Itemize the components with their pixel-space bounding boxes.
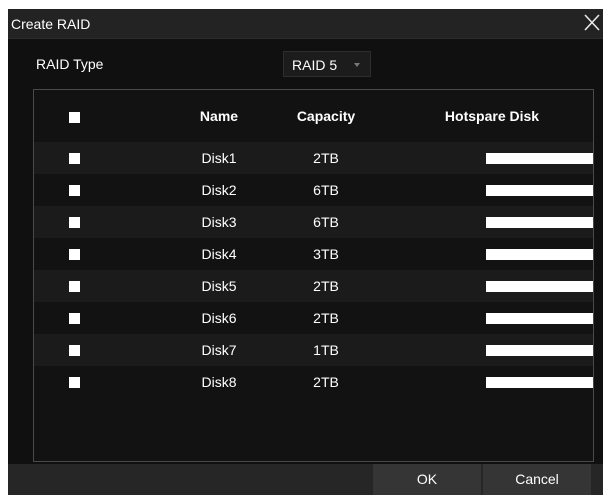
row-checkbox[interactable] bbox=[69, 249, 80, 260]
disk-capacity: 2TB bbox=[313, 310, 339, 326]
row-checkbox[interactable] bbox=[69, 185, 80, 196]
disk-capacity: 6TB bbox=[313, 182, 339, 198]
disk-table: Name Capacity Hotspare Disk Disk1 2TB Di… bbox=[33, 89, 594, 462]
disk-name: Disk7 bbox=[201, 342, 237, 358]
hotspare-checkbox[interactable] bbox=[486, 153, 593, 164]
table-row[interactable]: Disk5 2TB bbox=[34, 270, 593, 302]
disk-name: Disk3 bbox=[201, 214, 237, 230]
disk-name: Disk1 bbox=[201, 150, 237, 166]
header-capacity: Capacity bbox=[296, 108, 356, 124]
dialog-footer: OK Cancel bbox=[8, 464, 603, 495]
row-checkbox[interactable] bbox=[69, 345, 80, 356]
hotspare-checkbox[interactable] bbox=[486, 249, 593, 260]
select-all-checkbox[interactable] bbox=[69, 112, 80, 123]
create-raid-dialog: Create RAID RAID Type RAID 5 Name Capaci… bbox=[8, 9, 603, 495]
caret-down-icon bbox=[354, 63, 360, 67]
disk-capacity: 2TB bbox=[313, 374, 339, 390]
header-name: Name bbox=[199, 108, 239, 124]
disk-capacity: 1TB bbox=[313, 342, 339, 358]
ok-button[interactable]: OK bbox=[373, 464, 481, 495]
hotspare-checkbox[interactable] bbox=[486, 377, 593, 388]
hotspare-checkbox[interactable] bbox=[486, 217, 593, 228]
table-row[interactable]: Disk3 6TB bbox=[34, 206, 593, 238]
disk-capacity: 2TB bbox=[313, 278, 339, 294]
cancel-button[interactable]: Cancel bbox=[483, 464, 591, 495]
hotspare-checkbox[interactable] bbox=[486, 313, 593, 324]
table-row[interactable]: Disk6 2TB bbox=[34, 302, 593, 334]
table-row[interactable]: Disk2 6TB bbox=[34, 174, 593, 206]
table-row[interactable]: Disk4 3TB bbox=[34, 238, 593, 270]
disk-capacity: 3TB bbox=[313, 246, 339, 262]
disk-name: Disk5 bbox=[201, 278, 237, 294]
raid-type-select[interactable]: RAID 5 bbox=[283, 51, 371, 77]
table-row[interactable]: Disk8 2TB bbox=[34, 366, 593, 398]
disk-name: Disk8 bbox=[201, 374, 237, 390]
close-icon[interactable] bbox=[581, 11, 603, 35]
table-header-row: Name Capacity Hotspare Disk bbox=[34, 90, 593, 142]
raid-type-label: RAID Type bbox=[36, 56, 104, 72]
row-checkbox[interactable] bbox=[69, 217, 80, 228]
table-row[interactable]: Disk7 1TB bbox=[34, 334, 593, 366]
dialog-title-bar: Create RAID bbox=[8, 9, 603, 39]
hotspare-checkbox[interactable] bbox=[486, 345, 593, 356]
hotspare-checkbox[interactable] bbox=[486, 281, 593, 292]
row-checkbox[interactable] bbox=[69, 281, 80, 292]
disk-capacity: 2TB bbox=[313, 150, 339, 166]
table-row[interactable]: Disk1 2TB bbox=[34, 142, 593, 174]
raid-type-value: RAID 5 bbox=[292, 57, 338, 73]
disk-name: Disk6 bbox=[201, 310, 237, 326]
row-checkbox[interactable] bbox=[69, 377, 80, 388]
dialog-title: Create RAID bbox=[11, 16, 91, 32]
hotspare-checkbox[interactable] bbox=[486, 185, 593, 196]
row-checkbox[interactable] bbox=[69, 153, 80, 164]
disk-name: Disk2 bbox=[201, 182, 237, 198]
header-hotspare: Hotspare Disk bbox=[444, 108, 540, 124]
disk-name: Disk4 bbox=[201, 246, 237, 262]
row-checkbox[interactable] bbox=[69, 313, 80, 324]
disk-capacity: 6TB bbox=[313, 214, 339, 230]
